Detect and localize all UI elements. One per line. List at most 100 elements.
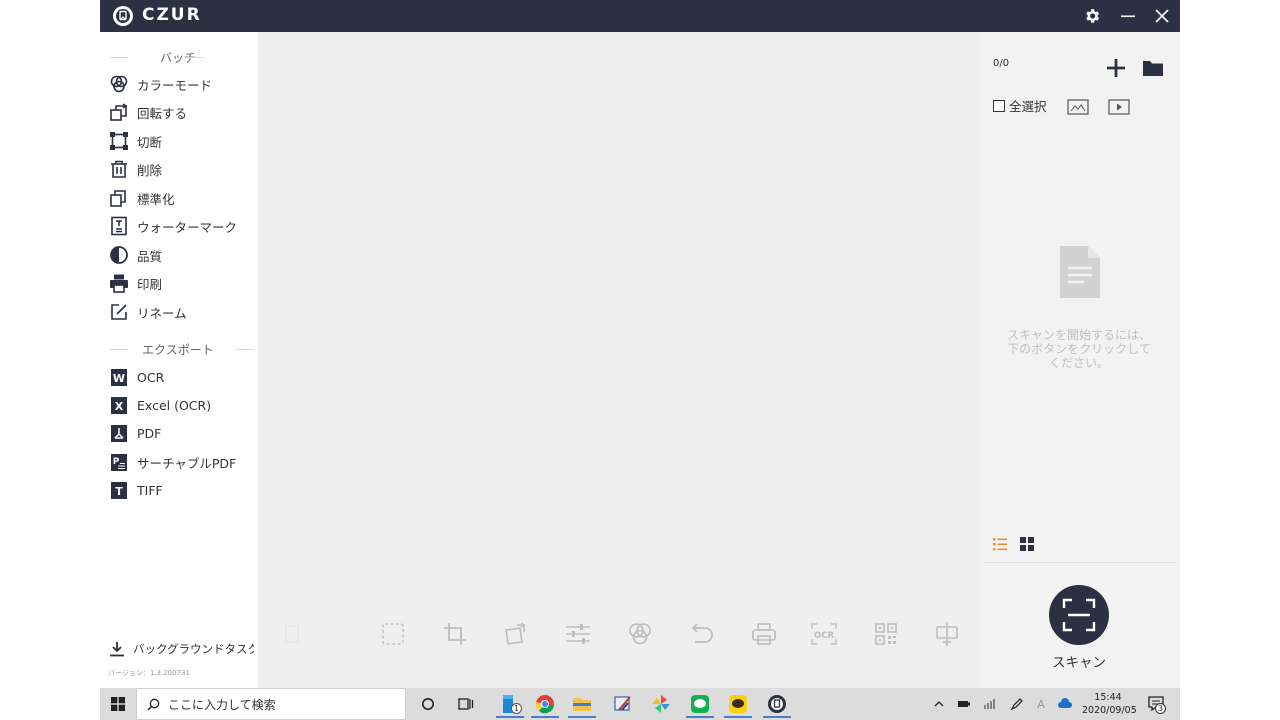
sliders-icon	[566, 624, 590, 644]
taskbar-app-czur[interactable]	[763, 690, 791, 718]
slideshow-button[interactable]	[1107, 95, 1131, 119]
sidebar-item-color-mode[interactable]: カラーモード	[108, 72, 254, 96]
crop-tool-icon	[444, 623, 466, 645]
taskbar-app-photos[interactable]	[647, 690, 675, 718]
search-icon	[147, 698, 160, 711]
image-counter: 0/0	[993, 58, 1010, 69]
wifi-icon	[984, 699, 995, 709]
settings-button[interactable]	[1081, 5, 1103, 27]
cortana-icon	[422, 698, 434, 710]
watermark-icon	[111, 216, 127, 236]
system-clock[interactable]: 15:44 2020/09/05	[1082, 691, 1137, 717]
tray-onedrive[interactable]	[1056, 694, 1074, 714]
sidebar-item-export-excel[interactable]: X Excel (OCR)	[108, 393, 254, 417]
taskbar-app-chrome[interactable]	[531, 690, 559, 718]
app-brand: CZUR	[142, 5, 202, 25]
sidebar-item-delete[interactable]: 削除	[108, 157, 254, 181]
sidebar-item-crop[interactable]: 切断	[108, 129, 254, 153]
sidebar-item-standardize[interactable]: 標準化	[108, 186, 254, 210]
scan-icon	[1062, 598, 1096, 632]
sidebar-item-export-pdf[interactable]: PDF	[108, 421, 254, 445]
task-view-button[interactable]	[452, 690, 480, 718]
tool-adjust[interactable]	[564, 620, 592, 648]
chrome-icon	[535, 695, 554, 714]
action-center-button[interactable]: 3	[1146, 694, 1166, 714]
print-tool-icon	[752, 623, 776, 645]
divider	[186, 57, 204, 58]
select-all-checkbox[interactable]: 全選択	[993, 96, 1047, 115]
image-view-button[interactable]	[1066, 95, 1090, 119]
active-indicator	[763, 716, 791, 718]
grid-view-button[interactable]	[1015, 532, 1039, 556]
minimize-button[interactable]	[1117, 5, 1139, 27]
taskbar-search-box[interactable]: ここに入力して検索	[136, 688, 406, 720]
trash-icon	[111, 160, 127, 178]
tool-undo[interactable]	[688, 620, 716, 648]
sidebar-item-quality[interactable]: 品質	[108, 243, 254, 267]
tool-ocr[interactable]: OCR	[810, 620, 838, 648]
taskbar-app-kakaotalk[interactable]	[724, 690, 752, 718]
export-section-title: エクスポート	[108, 341, 254, 357]
undo-icon	[691, 623, 713, 643]
checkbox-box[interactable]	[993, 99, 1005, 112]
quality-icon	[110, 246, 128, 264]
add-image-button[interactable]	[1104, 56, 1128, 80]
sidebar-item-rotate[interactable]: 回転する	[108, 100, 254, 124]
tray-network[interactable]	[981, 694, 999, 714]
tray-ime[interactable]: A	[1032, 694, 1050, 714]
svg-text:X: X	[115, 400, 124, 413]
sidebar-item-export-tiff[interactable]: T TIFF	[108, 478, 254, 502]
tool-split-page[interactable]	[933, 620, 961, 648]
tool-color-mode[interactable]	[626, 620, 654, 648]
sidebar-item-print[interactable]: 印刷	[108, 271, 254, 295]
edit-toolbar: OCR	[260, 620, 976, 652]
sidebar-item-export-ocr[interactable]: W OCR	[108, 365, 254, 389]
tool-qr-code[interactable]	[872, 620, 900, 648]
divider	[110, 57, 128, 58]
chevron-up-icon	[934, 701, 944, 707]
empty-document-icon	[1060, 246, 1100, 298]
tool-rotate[interactable]	[502, 620, 530, 648]
tray-pen[interactable]	[1008, 694, 1026, 714]
color-mode-icon	[110, 75, 128, 93]
taskbar-app-explorer[interactable]: 1	[496, 690, 524, 718]
tool-print[interactable]	[750, 620, 778, 648]
screen: CZUR バッチ カラーモード 回転する 切断 削除 標準化 ウォーターマーク …	[0, 0, 1280, 720]
background-task-button[interactable]: バックグラウンドタスク	[108, 638, 254, 660]
empty-state-message: スキャンを開始するには、下のボタンをクリックしてください。	[1006, 328, 1151, 370]
folder-app-icon	[573, 698, 591, 711]
tool-crop[interactable]	[441, 620, 469, 648]
tool-select[interactable]	[379, 620, 407, 648]
active-indicator	[531, 716, 559, 718]
task-view-icon	[458, 698, 474, 710]
pen-icon	[1010, 698, 1023, 711]
tool-page-marker[interactable]	[278, 620, 306, 648]
tray-overflow-button[interactable]	[930, 694, 948, 714]
scan-label: スキャン	[1052, 655, 1106, 671]
tray-battery[interactable]	[955, 694, 973, 714]
start-button[interactable]	[100, 688, 136, 720]
select-area-icon	[382, 623, 404, 645]
divider	[110, 349, 128, 350]
standardize-icon	[110, 190, 126, 207]
download-icon	[110, 642, 124, 657]
right-panel: 0/0 全選択 スキャンを開始するには、下のボタンをクリックしてください。 スキ…	[978, 32, 1180, 688]
taskbar-app-folder[interactable]	[568, 690, 596, 718]
sidebar-item-export-searchable-pdf[interactable]: P サーチャブルPDF	[108, 450, 254, 474]
taskbar-app-snipping[interactable]	[609, 690, 637, 718]
sidebar-item-watermark[interactable]: ウォーターマーク	[108, 214, 254, 238]
word-icon: W	[111, 369, 127, 386]
close-button[interactable]	[1151, 5, 1173, 27]
list-view-button[interactable]	[988, 532, 1012, 556]
rotate-icon	[110, 103, 128, 121]
divider	[236, 349, 254, 350]
taskbar-app-line[interactable]	[686, 690, 714, 718]
battery-icon	[958, 701, 970, 707]
sidebar-item-rename[interactable]: リネーム	[108, 300, 254, 324]
scan-button[interactable]	[1049, 585, 1109, 645]
cortana-button[interactable]	[414, 690, 442, 718]
gear-icon	[1086, 9, 1100, 23]
excel-icon: X	[111, 397, 127, 414]
snipping-tool-icon	[614, 696, 631, 711]
open-folder-button[interactable]	[1141, 56, 1165, 80]
